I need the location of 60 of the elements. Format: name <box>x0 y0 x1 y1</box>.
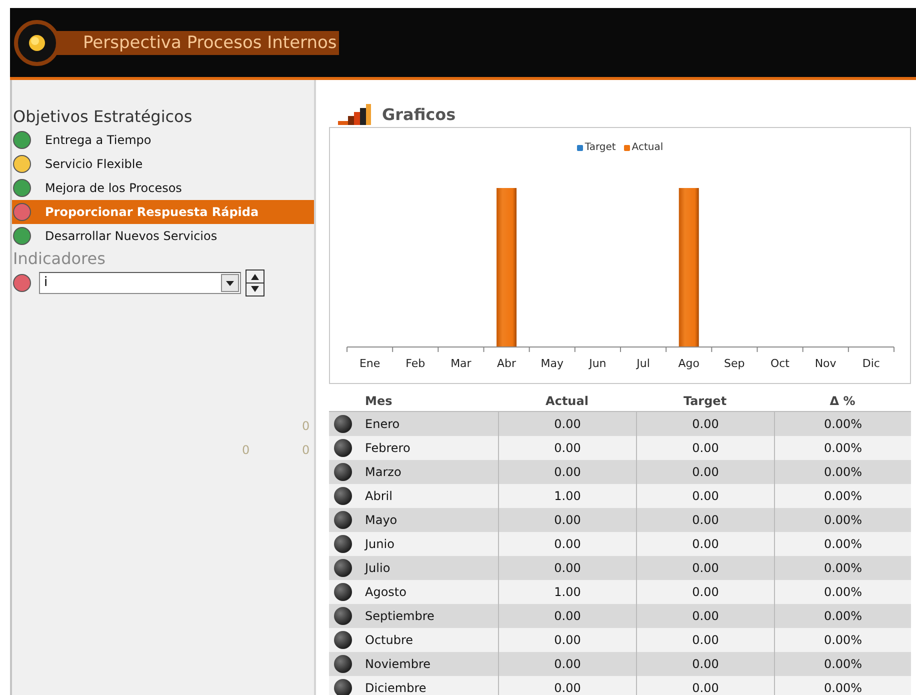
axis-label: Jun <box>589 356 606 372</box>
column-header: Mes <box>365 394 392 408</box>
axis-label: Abr <box>497 356 516 372</box>
row-status-icon <box>334 439 352 457</box>
table-cell-text: Junio <box>363 536 396 553</box>
axis-label: Oct <box>770 356 790 372</box>
bar-chart-icon <box>338 104 372 126</box>
table-cell-text: Septiembre <box>364 608 436 625</box>
table-cell-text: Febrero <box>364 440 412 457</box>
legend-swatch <box>624 144 630 150</box>
row-status-icon <box>334 511 352 529</box>
table-cell-text: Julio <box>363 560 392 577</box>
section-title: Graficos <box>382 104 456 126</box>
column-header: Actual <box>546 392 588 410</box>
table-cell-text: Abril <box>364 488 394 505</box>
row-status-icon <box>334 679 352 695</box>
axis-label: Sep <box>724 356 745 372</box>
table-cell-text: Agosto <box>364 584 408 601</box>
table-cell-text: Noviembre <box>364 656 432 673</box>
objective-item[interactable]: Desarrollar Nuevos Servicios <box>12 224 314 248</box>
table-cell: 0.00 <box>498 676 636 695</box>
table-cell-text: Diciembre <box>364 680 428 695</box>
faint-value: 0 <box>302 418 311 435</box>
axis-label: Ago <box>678 356 700 372</box>
row-status-icon <box>334 559 352 577</box>
axis-label: Jul <box>636 356 650 372</box>
row-status-icon <box>334 463 352 481</box>
row-status-icon <box>334 583 352 601</box>
axis-label: Ene <box>359 356 380 372</box>
table-cell-text: Enero <box>364 416 401 433</box>
column-header: Target <box>683 392 727 410</box>
indicator-dropdown[interactable]: i <box>39 272 241 294</box>
axis-label: May <box>540 356 564 372</box>
table-cell-text: Octubre <box>364 632 414 649</box>
table-cell: 0.00% <box>774 676 911 695</box>
section-title: Objetivos Estratégicos <box>12 106 194 128</box>
faint-value: 0 <box>242 442 251 459</box>
legend-swatch <box>576 144 583 150</box>
objective-item[interactable]: Mejora de los Procesos <box>12 176 314 200</box>
table-cell: 0.00 <box>636 676 774 695</box>
row-status-icon <box>334 655 352 673</box>
row-status-icon <box>334 487 352 505</box>
table-cell-text: Mayo <box>364 512 398 529</box>
section-title: Indicadores <box>12 248 106 270</box>
row-status-icon <box>334 631 352 649</box>
spinner-icon[interactable] <box>245 269 265 297</box>
legend-label: Target <box>584 141 616 155</box>
objective-item[interactable]: Servicio Flexible <box>12 152 314 176</box>
legend-label: Actual <box>632 141 664 155</box>
row-status-icon <box>334 535 352 553</box>
row-status-icon <box>334 607 352 625</box>
axis-label: Dic <box>862 356 880 372</box>
objective-item[interactable]: Entrega a Tiempo <box>12 128 314 152</box>
table-cell-text: Marzo <box>364 464 402 481</box>
column-header: Δ % <box>830 392 856 410</box>
row-status-icon <box>334 415 352 433</box>
axis-label: Feb <box>406 356 426 372</box>
axis-label: Nov <box>814 356 836 372</box>
axis-label: Mar <box>450 356 472 372</box>
faint-value: 0 <box>302 442 311 459</box>
